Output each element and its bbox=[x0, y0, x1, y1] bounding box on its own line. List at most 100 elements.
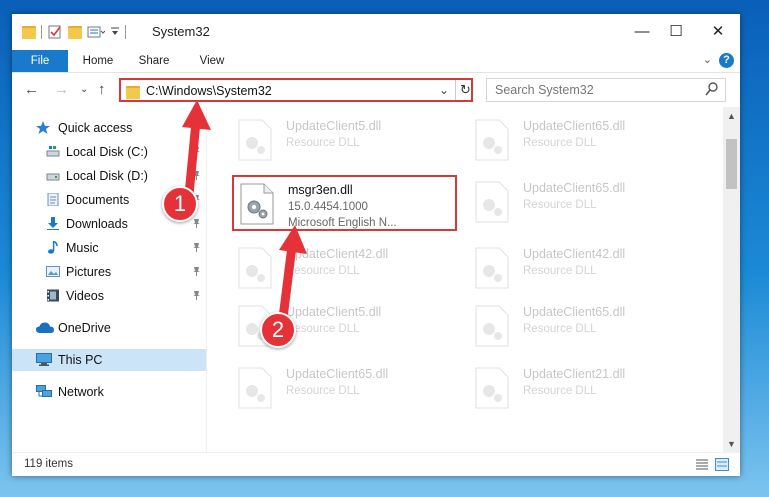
sidebar-item-videos[interactable]: Videos bbox=[12, 285, 206, 307]
file-explorer-window: System32 — ☐ ✕ File Home Share View ⌄ ? … bbox=[12, 14, 740, 476]
search-icon[interactable] bbox=[705, 81, 719, 97]
file-name: msgr3en.dll bbox=[288, 183, 353, 197]
navigation-pane: Quick access Local Disk (C:) Local Disk … bbox=[12, 107, 207, 452]
list-item[interactable]: UpdateClient42.dll Resource DLL bbox=[232, 241, 457, 297]
vertical-scrollbar[interactable]: ▲ ▼ bbox=[723, 107, 740, 452]
back-button[interactable]: ← bbox=[24, 81, 39, 98]
address-divider bbox=[455, 80, 456, 100]
file-version: 15.0.4454.1000 bbox=[288, 201, 368, 213]
sidebar-item-quick-access[interactable]: Quick access bbox=[12, 117, 206, 139]
sidebar-item-label: Local Disk (C:) bbox=[66, 145, 148, 159]
file-type: Resource DLL bbox=[286, 323, 360, 335]
sidebar-item-network[interactable]: Network bbox=[12, 381, 206, 403]
sidebar-item-pictures[interactable]: Pictures bbox=[12, 261, 206, 283]
details-view-icon[interactable] bbox=[695, 458, 709, 471]
drive-icon bbox=[46, 146, 60, 157]
new-folder-icon[interactable] bbox=[68, 25, 82, 39]
file-type: Resource DLL bbox=[523, 323, 597, 335]
tab-file[interactable]: File bbox=[12, 50, 68, 72]
sidebar-item-local-disk-c[interactable]: Local Disk (C:) bbox=[12, 141, 206, 163]
large-icons-view-icon[interactable] bbox=[715, 458, 729, 471]
pin-icon bbox=[193, 219, 200, 228]
videos-icon bbox=[47, 289, 59, 302]
dll-file-icon bbox=[475, 247, 509, 289]
tab-home[interactable]: Home bbox=[76, 50, 120, 72]
sidebar-item-onedrive[interactable]: OneDrive bbox=[12, 317, 206, 339]
sidebar-item-label: Local Disk (D:) bbox=[66, 169, 148, 183]
tab-view[interactable]: View bbox=[190, 50, 234, 72]
status-bar: 119 items bbox=[12, 452, 740, 476]
recent-locations-icon[interactable]: ⌄ bbox=[80, 84, 88, 95]
pin-icon bbox=[193, 267, 200, 276]
sidebar-item-music[interactable]: Music bbox=[12, 237, 206, 259]
list-item[interactable]: UpdateClient42.dll Resource DLL bbox=[469, 241, 694, 297]
dll-file-icon bbox=[238, 247, 272, 289]
customize-toolbar-icon[interactable] bbox=[87, 24, 105, 40]
dll-file-icon bbox=[475, 119, 509, 161]
music-icon bbox=[48, 241, 58, 254]
sidebar-item-this-pc[interactable]: This PC bbox=[12, 349, 206, 371]
file-type: Resource DLL bbox=[523, 137, 597, 149]
sidebar-item-label: Documents bbox=[66, 193, 130, 207]
pin-icon bbox=[193, 291, 200, 300]
documents-icon bbox=[47, 193, 59, 206]
file-name: UpdateClient5.dll bbox=[286, 119, 382, 133]
expand-ribbon-icon[interactable]: ⌄ bbox=[703, 53, 712, 66]
file-type: Resource DLL bbox=[286, 137, 360, 149]
list-item[interactable]: UpdateClient65.dll Resource DLL bbox=[469, 175, 694, 231]
download-icon bbox=[47, 217, 59, 230]
step-badge-2: 2 bbox=[260, 312, 296, 348]
folder-icon bbox=[126, 86, 140, 99]
sidebar-item-label: Network bbox=[58, 385, 104, 399]
address-path[interactable]: C:\Windows\System32 bbox=[146, 84, 272, 98]
file-name: UpdateClient42.dll bbox=[286, 247, 389, 261]
network-icon bbox=[36, 385, 52, 397]
scrollbar-thumb[interactable] bbox=[726, 139, 737, 189]
properties-icon[interactable] bbox=[47, 24, 63, 40]
chevron-down-icon[interactable] bbox=[110, 25, 120, 39]
list-item[interactable]: UpdateClient5.dll Resource DLL bbox=[232, 113, 457, 169]
list-item[interactable]: UpdateClient65.dll Resource DLL bbox=[232, 361, 457, 417]
file-name: UpdateClient65.dll bbox=[286, 367, 389, 381]
forward-button[interactable]: → bbox=[54, 81, 69, 98]
file-name: UpdateClient65.dll bbox=[523, 119, 626, 133]
scroll-down-icon[interactable]: ▼ bbox=[727, 439, 736, 449]
toolbar-divider bbox=[125, 25, 126, 39]
pictures-icon bbox=[46, 266, 60, 277]
file-name: UpdateClient21.dll bbox=[523, 367, 626, 381]
cloud-icon bbox=[36, 322, 54, 333]
ribbon-tabs: File Home Share View ⌄ ? bbox=[12, 50, 740, 73]
refresh-icon[interactable]: ↻ bbox=[460, 82, 471, 98]
quick-access-toolbar bbox=[22, 23, 126, 41]
scroll-up-icon[interactable]: ▲ bbox=[727, 111, 736, 121]
address-bar[interactable]: C:\Windows\System32 ⌄ ↻ bbox=[119, 78, 473, 102]
maximize-button[interactable]: ☐ bbox=[654, 20, 698, 44]
up-button[interactable]: ↑ bbox=[98, 81, 106, 98]
file-name: UpdateClient65.dll bbox=[523, 181, 626, 195]
sidebar-item-label: Quick access bbox=[58, 121, 133, 135]
folder-icon bbox=[22, 25, 36, 39]
help-button[interactable]: ? bbox=[719, 53, 734, 68]
close-button[interactable]: ✕ bbox=[696, 20, 740, 44]
list-item[interactable]: UpdateClient21.dll Resource DLL bbox=[469, 361, 694, 417]
tab-share[interactable]: Share bbox=[132, 50, 176, 72]
dll-file-icon bbox=[238, 119, 272, 161]
sidebar-item-label: OneDrive bbox=[58, 321, 111, 335]
search-input[interactable]: Search System32 bbox=[486, 78, 726, 102]
selected-file-msgr3en[interactable]: msgr3en.dll 15.0.4454.1000 Microsoft Eng… bbox=[232, 175, 457, 231]
sidebar-item-local-disk-d[interactable]: Local Disk (D:) bbox=[12, 165, 206, 187]
list-item[interactable]: UpdateClient65.dll Resource DLL bbox=[469, 299, 694, 355]
chevron-down-icon[interactable]: ⌄ bbox=[439, 83, 449, 97]
step-badge-1: 1 bbox=[162, 186, 198, 222]
list-item[interactable]: UpdateClient65.dll Resource DLL bbox=[469, 113, 694, 169]
dll-file-icon bbox=[475, 367, 509, 409]
dll-file-icon bbox=[475, 181, 509, 223]
computer-icon bbox=[36, 353, 52, 366]
file-type: Resource DLL bbox=[286, 265, 360, 277]
pin-icon bbox=[193, 171, 200, 180]
file-type: Resource DLL bbox=[523, 265, 597, 277]
file-description: Microsoft English N... bbox=[288, 217, 397, 229]
file-name: UpdateClient42.dll bbox=[523, 247, 626, 261]
search-placeholder: Search System32 bbox=[495, 83, 594, 97]
toolbar-divider bbox=[41, 25, 42, 39]
